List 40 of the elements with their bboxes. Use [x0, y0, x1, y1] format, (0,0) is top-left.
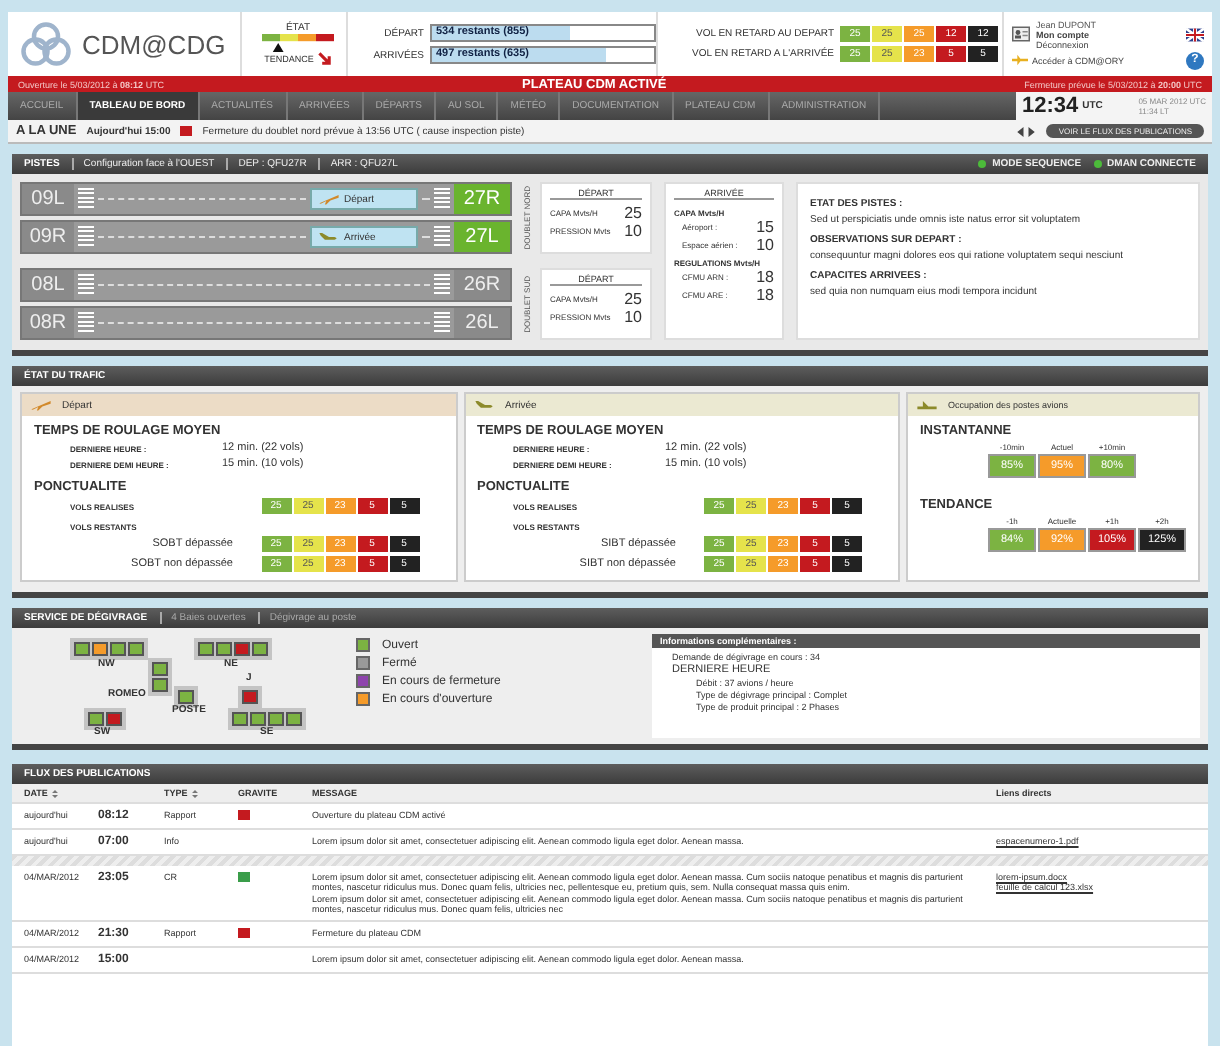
trend-arrow-icon	[317, 52, 332, 66]
logo-text: CDM@CDG	[82, 29, 226, 59]
logo-icon	[16, 20, 76, 68]
user-card-icon	[1012, 26, 1030, 42]
metric-value: 15	[756, 218, 774, 236]
state-gauge-drawing	[262, 34, 334, 52]
runway-number: 27R	[454, 184, 510, 214]
landing-plane-icon	[473, 398, 495, 412]
takeoff-plane-icon	[318, 192, 340, 206]
runway-number: 09R	[22, 222, 74, 252]
metric-value: 25	[624, 290, 642, 308]
plane-icon	[916, 398, 938, 412]
threshold-marking	[434, 312, 450, 334]
threshold-marking	[434, 226, 450, 248]
prev-next-icon[interactable]	[1016, 125, 1037, 137]
threshold-marking	[78, 274, 94, 296]
clock-time: 12:34	[1022, 94, 1079, 118]
flag-icon[interactable]	[1186, 27, 1204, 41]
threshold-marking	[434, 188, 450, 210]
runway-number: 27L	[454, 222, 510, 252]
runway-number: 09L	[22, 184, 74, 214]
metric-value: 10	[624, 308, 642, 326]
runway-number: 08L	[22, 270, 74, 300]
runway-number: 26L	[454, 308, 510, 338]
threshold-marking	[78, 312, 94, 334]
landing-plane-icon	[318, 230, 340, 244]
metric-value: 10	[624, 222, 642, 240]
sort-icon	[191, 789, 198, 797]
runway-number: 26R	[454, 270, 510, 300]
threshold-marking	[78, 226, 94, 248]
metric-value: 10	[756, 236, 774, 254]
metric-value: 18	[756, 286, 774, 304]
plane-icon	[1012, 54, 1028, 66]
runway-number: 08R	[22, 308, 74, 338]
metric-value: 25	[624, 204, 642, 222]
metric-value: 18	[756, 268, 774, 286]
sort-icon	[51, 789, 58, 797]
takeoff-plane-icon	[30, 398, 52, 412]
threshold-marking	[78, 188, 94, 210]
threshold-marking	[434, 274, 450, 296]
